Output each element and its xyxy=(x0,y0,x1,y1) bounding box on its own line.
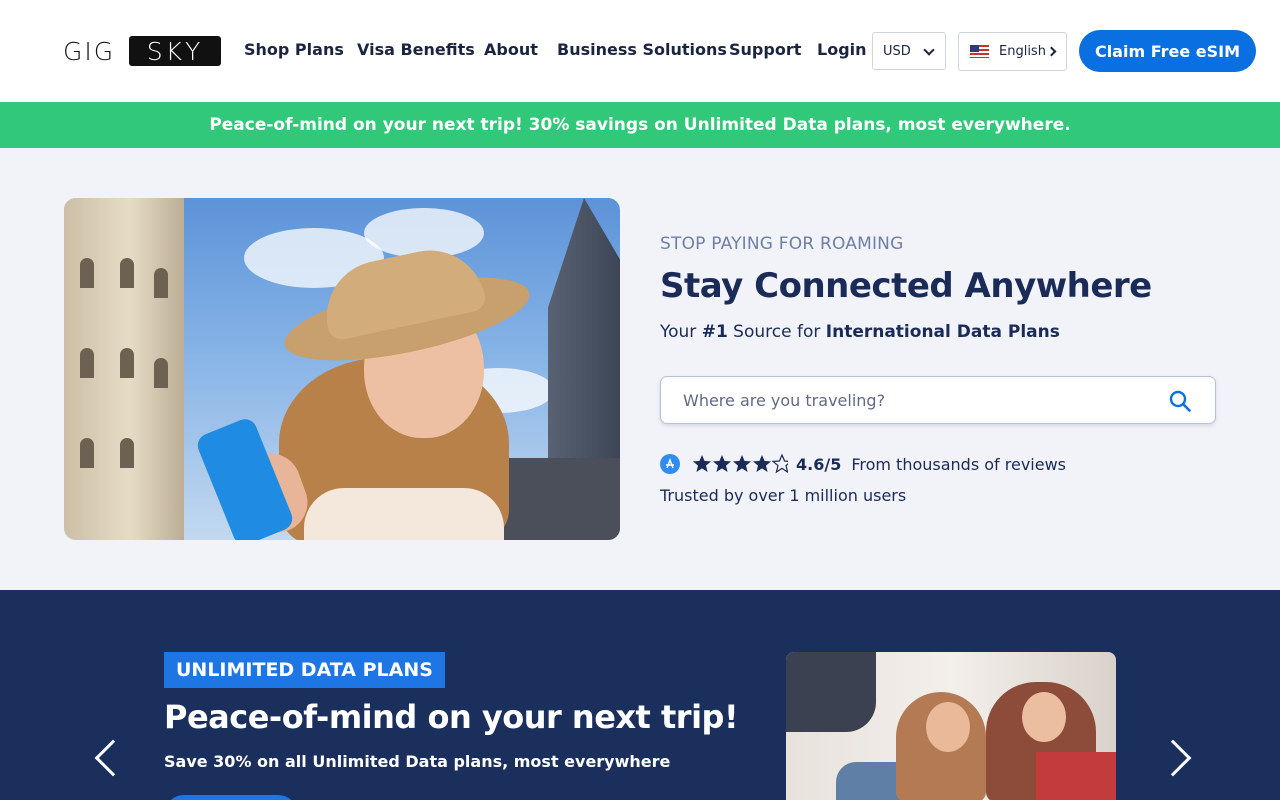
logo-text-gig: GIG xyxy=(63,36,116,66)
site-header: GIG SKY Shop Plans Visa Benefits About B… xyxy=(0,0,1280,102)
currency-value: USD xyxy=(883,43,911,59)
international-data-plans-text: International Data Plans xyxy=(825,322,1060,342)
logo-text-sky: SKY xyxy=(129,36,221,66)
promo-carousel: UNLIMITED DATA PLANS Peace-of-mind on yo… xyxy=(0,590,1280,800)
reviews-text: From thousands of reviews xyxy=(851,454,1067,474)
nav-about[interactable]: About xyxy=(484,40,538,59)
us-flag-icon xyxy=(970,45,989,58)
chevron-right-icon xyxy=(1046,46,1057,57)
gigsky-logo[interactable]: GIG SKY xyxy=(63,36,221,66)
language-value: English xyxy=(999,44,1046,59)
nav-support[interactable]: Support xyxy=(729,40,801,59)
nav-shop-plans[interactable]: Shop Plans xyxy=(244,40,344,59)
nav-login[interactable]: Login xyxy=(817,40,867,59)
language-select[interactable]: English xyxy=(958,32,1067,71)
rating-score: 4.6/5 xyxy=(796,454,842,474)
carousel-subtitle: Save 30% on all Unlimited Data plans, mo… xyxy=(164,752,671,771)
hero-image-traveler-with-phone xyxy=(64,198,620,540)
carousel-next-arrow-icon[interactable] xyxy=(1154,739,1192,777)
rank-badge-text: #1 xyxy=(701,322,728,342)
nav-business-solutions[interactable]: Business Solutions xyxy=(557,40,727,59)
app-rating: 4.6/5 From thousands of reviews xyxy=(660,454,1066,474)
carousel-tag: UNLIMITED DATA PLANS xyxy=(164,652,445,688)
hero-title: Stay Connected Anywhere xyxy=(660,266,1152,306)
carousel-image-friends-with-phone xyxy=(786,652,1116,800)
promo-text: Peace-of-mind on your next trip! 30% sav… xyxy=(209,115,1071,135)
chevron-down-icon xyxy=(923,44,935,56)
carousel-prev-arrow-icon[interactable] xyxy=(94,739,132,777)
hero-subtitle: Your #1 Source for International Data Pl… xyxy=(660,322,1060,342)
trusted-users-text: Trusted by over 1 million users xyxy=(660,486,907,505)
carousel-title: Peace-of-mind on your next trip! xyxy=(164,698,739,736)
hero-eyebrow: STOP PAYING FOR ROAMING xyxy=(660,234,904,254)
search-icon[interactable] xyxy=(1169,390,1191,412)
star-rating-icons xyxy=(692,454,788,474)
promo-banner[interactable]: Peace-of-mind on your next trip! 30% sav… xyxy=(0,102,1280,148)
currency-select[interactable]: USD xyxy=(872,32,946,70)
app-store-icon xyxy=(660,454,680,474)
destination-search[interactable] xyxy=(660,376,1216,424)
claim-free-esim-button[interactable]: Claim Free eSIM xyxy=(1079,30,1256,72)
destination-search-input[interactable] xyxy=(683,377,1163,423)
carousel-cta-button[interactable] xyxy=(164,795,298,800)
nav-visa-benefits[interactable]: Visa Benefits xyxy=(357,40,475,59)
